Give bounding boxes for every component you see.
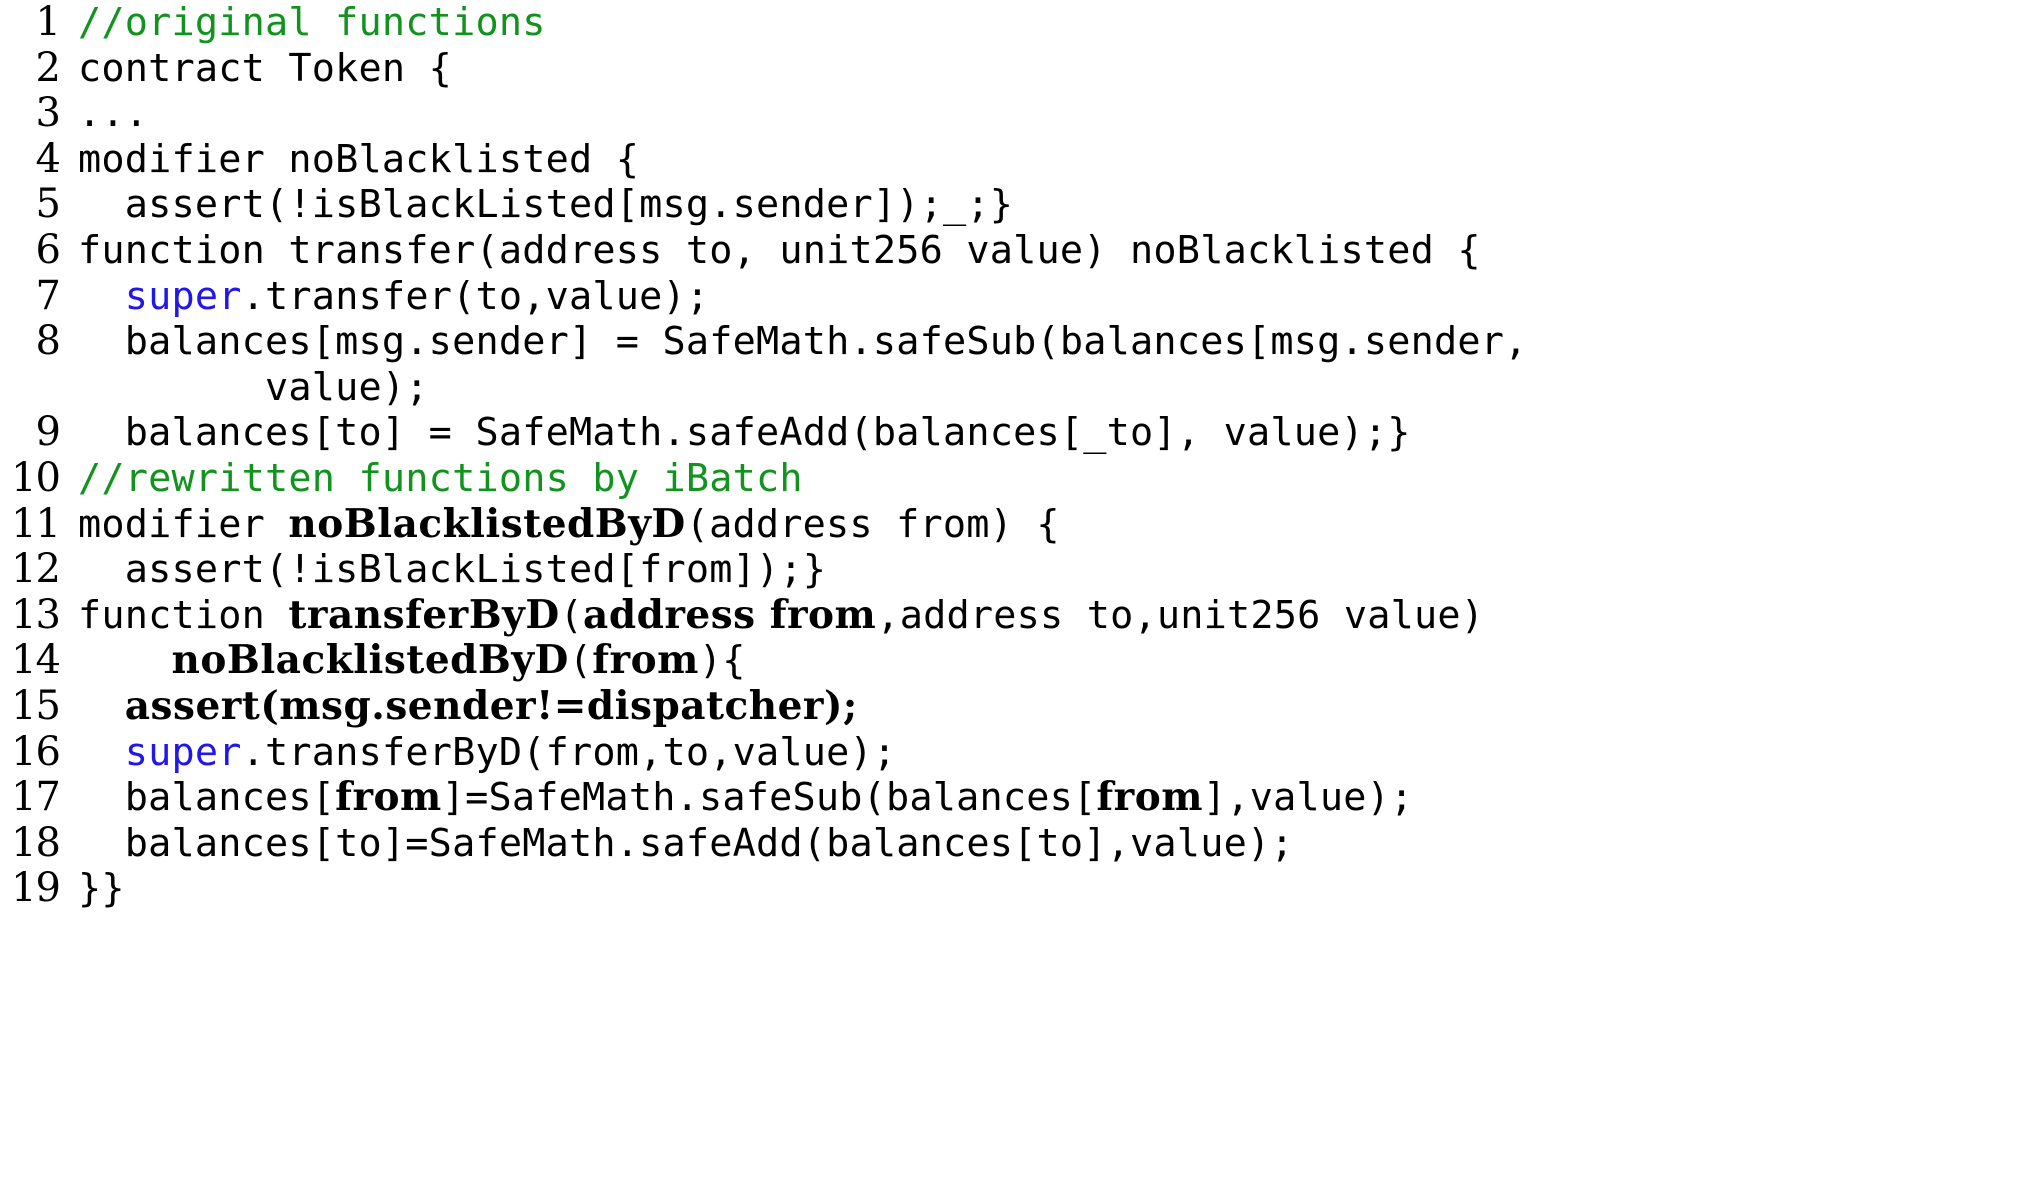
line-code: super.transfer(to,value);: [78, 274, 709, 320]
code-line: 11 modifier noBlacklistedByD(address fro…: [0, 500, 2026, 548]
code-token: super: [124, 273, 242, 319]
line-number: 16: [11, 728, 61, 775]
code-line: 18 balances[to]=SafeMath.safeAdd(balance…: [0, 819, 2026, 867]
code-token: contract Token {: [78, 45, 453, 91]
line-code: modifier noBlacklistedByD(address from) …: [78, 500, 1060, 548]
code-token: //original functions: [78, 0, 546, 45]
code-line-continuation: value);: [0, 365, 2026, 411]
code-token: ]=SafeMath.safeSub(balances[: [441, 775, 1097, 821]
code-line: 12 assert(!isBlackListed[from]);}: [0, 547, 2026, 593]
line-number: 11: [11, 500, 61, 547]
line-number: 19: [11, 865, 61, 912]
code-line: 13 function transferByD(address from,add…: [0, 591, 2026, 639]
code-listing: 1 //original functions 2 contract Token …: [0, 0, 2026, 1204]
line-number: 5: [35, 181, 61, 228]
code-token: assert(!isBlackListed[msg.sender]);_;}: [78, 182, 1014, 228]
code-line: 9 balances[to] = SafeMath.safeAdd(balanc…: [0, 410, 2026, 456]
code-line: 10 //rewritten functions by iBatch: [0, 454, 2026, 502]
line-code: noBlacklistedByD(from){: [78, 638, 746, 684]
code-token: from: [592, 637, 699, 684]
line-number: 7: [35, 272, 61, 319]
line-number: 17: [11, 774, 61, 821]
line-number: 9: [35, 409, 61, 456]
code-line: 2 contract Token {: [0, 44, 2026, 92]
line-code: balances[msg.sender] = SafeMath.safeSub(…: [78, 319, 1528, 365]
code-line: 17 balances[from]=SafeMath.safeSub(balan…: [0, 774, 2026, 821]
line-code: assert(!isBlackListed[from]);}: [78, 547, 826, 593]
line-code: contract Token {: [78, 46, 452, 92]
code-token: function: [78, 592, 289, 638]
code-token: assert(!isBlackListed[from]);}: [78, 547, 827, 593]
line-number: 14: [11, 637, 61, 684]
code-token: ){: [698, 638, 746, 684]
code-line: 19 }}: [0, 866, 2026, 912]
line-number: 6: [35, 226, 61, 273]
line-code: balances[to] = SafeMath.safeAdd(balances…: [78, 410, 1411, 456]
line-number: 13: [11, 591, 61, 638]
code-token: .transfer(to,value);: [241, 273, 710, 319]
line-code: modifier noBlacklisted {: [78, 137, 639, 183]
line-code: assert(!isBlackListed[msg.sender]);_;}: [78, 182, 1013, 228]
code-line: 5 assert(!isBlackListed[msg.sender]);_;}: [0, 182, 2026, 228]
code-token: modifier noBlacklisted {: [78, 136, 640, 182]
line-code: function transfer(address to, unit256 va…: [78, 228, 1481, 274]
line-code: value);: [78, 365, 429, 411]
code-token: ],value);: [1203, 775, 1414, 821]
line-number: 10: [11, 454, 61, 501]
code-token: (: [559, 592, 584, 638]
line-code: function transferByD(address from,addres…: [78, 591, 1485, 639]
code-token: (address from) {: [685, 501, 1060, 547]
code-token: noBlacklistedByD: [288, 500, 686, 547]
code-token: noBlacklistedByD: [171, 637, 569, 684]
line-number: 2: [35, 44, 61, 91]
code-line: 1 //original functions: [0, 0, 2026, 46]
code-line: 7 super.transfer(to,value);: [0, 272, 2026, 320]
line-number: 1: [35, 0, 61, 45]
code-token: //rewritten functions by iBatch: [78, 455, 803, 501]
line-number: 15: [11, 682, 61, 729]
line-code: super.transferByD(from,to,value);: [78, 730, 896, 776]
code-token: assert(msg.sender!=dispatcher);: [124, 682, 858, 729]
line-number: 4: [35, 135, 61, 182]
line-number: 12: [11, 546, 61, 593]
code-token: ,address to,unit256 value): [876, 592, 1485, 638]
code-token: from: [1096, 774, 1204, 821]
line-code: //original functions: [78, 0, 546, 46]
code-token: balances[msg.sender] = SafeMath.safeSub(…: [78, 319, 1528, 365]
code-token: }}: [78, 866, 125, 912]
code-line: 15 assert(msg.sender!=dispatcher);: [0, 682, 2026, 730]
code-token: transferByD: [288, 591, 560, 638]
code-line: 4 modifier noBlacklisted {: [0, 135, 2026, 183]
line-number: 8: [35, 318, 61, 365]
code-line: 3 ...: [0, 91, 2026, 137]
code-token: balances[to] = SafeMath.safeAdd(balances…: [78, 410, 1411, 456]
code-line: 6 function transfer(address to, unit256 …: [0, 226, 2026, 274]
code-token: from: [335, 774, 442, 821]
line-number: 18: [11, 819, 61, 866]
code-token: function transfer(address to, unit256 va…: [78, 227, 1481, 273]
line-number: 3: [35, 90, 61, 137]
code-token: address from: [583, 591, 877, 638]
line-code: assert(msg.sender!=dispatcher);: [78, 682, 858, 730]
code-token: super: [124, 729, 242, 775]
code-line: 8 balances[msg.sender] = SafeMath.safeSu…: [0, 319, 2026, 365]
code-token: ...: [78, 91, 149, 137]
line-code: }}: [78, 866, 125, 912]
code-token: value);: [78, 364, 429, 410]
line-code: //rewritten functions by iBatch: [78, 456, 803, 502]
line-code: ...: [78, 91, 148, 137]
code-token: (: [568, 638, 593, 684]
line-code: balances[to]=SafeMath.safeAdd(balances[t…: [78, 821, 1294, 867]
code-token: modifier: [78, 501, 289, 547]
code-token: balances[: [78, 775, 336, 821]
code-line: 16 super.transferByD(from,to,value);: [0, 728, 2026, 776]
code-token: .transferByD(from,to,value);: [241, 729, 897, 775]
code-token: balances[to]=SafeMath.safeAdd(balances[t…: [78, 820, 1294, 866]
line-code: balances[from]=SafeMath.safeSub(balances…: [78, 774, 1414, 821]
code-line: 14 noBlacklistedByD(from){: [0, 638, 2026, 684]
